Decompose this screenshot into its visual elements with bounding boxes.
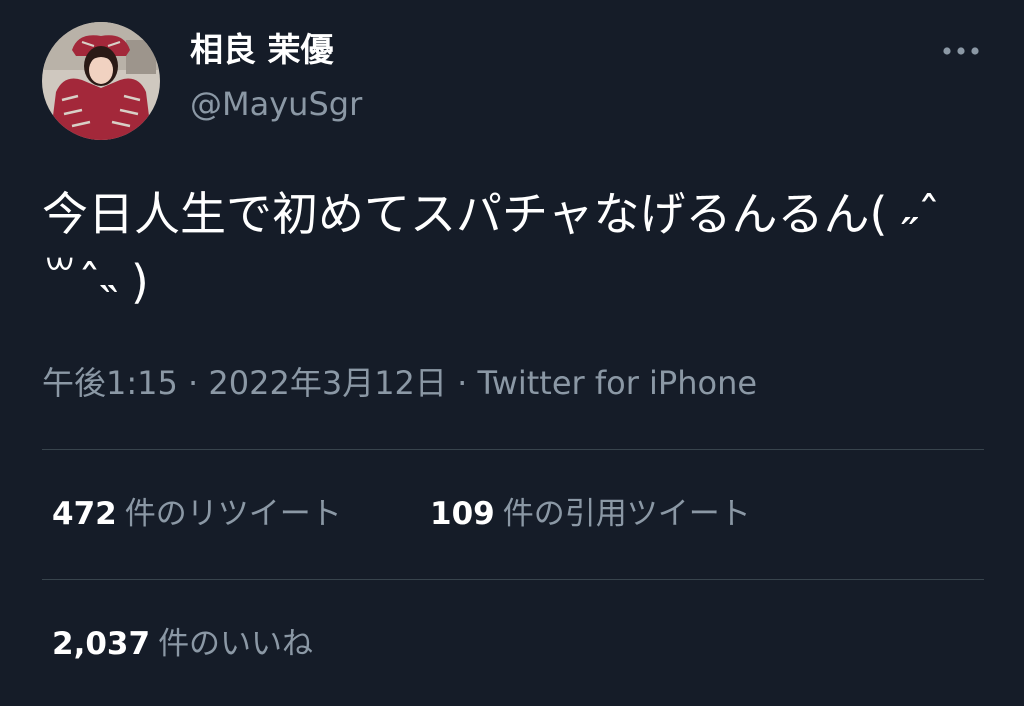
- tweet-detail: 相良 茉優 @MayuSgr 今日人生で初めてスパチャなげるんるん( ˶ˆ꒳ˆ˵…: [0, 0, 1024, 706]
- divider: [42, 579, 984, 580]
- retweet-count: 472: [52, 496, 117, 532]
- author-avatar[interactable]: [42, 22, 160, 140]
- likes-stat[interactable]: 2,037 件のいいね: [52, 624, 313, 664]
- tweet-text: 今日人生で初めてスパチャなげるんるん( ˶ˆ꒳ˆ˵ ): [42, 187, 941, 309]
- like-count: 2,037: [52, 626, 151, 662]
- author-handle[interactable]: @MayuSgr: [190, 84, 362, 124]
- more-horizontal-icon: [943, 47, 979, 55]
- tweet-time[interactable]: 午後1:15: [42, 364, 178, 402]
- like-label: 件のいいね: [158, 626, 314, 662]
- tweet-source[interactable]: Twitter for iPhone: [477, 364, 757, 402]
- retweet-label: 件のリツイート: [124, 496, 342, 532]
- tweet-date[interactable]: 2022年3月12日: [208, 364, 447, 402]
- tweet-metadata: 午後1:15 · 2022年3月12日 · Twitter for iPhone: [42, 362, 757, 404]
- quote-count: 109: [430, 496, 495, 532]
- author-display-name[interactable]: 相良 茉優: [190, 30, 334, 70]
- more-options-button[interactable]: [936, 36, 986, 66]
- retweets-stat[interactable]: 472 件のリツイート: [52, 494, 342, 534]
- quote-tweets-stat[interactable]: 109 件の引用ツイート: [430, 494, 751, 534]
- meta-separator: ·: [457, 364, 468, 402]
- quote-label: 件の引用ツイート: [502, 496, 751, 532]
- meta-separator: ·: [188, 364, 199, 402]
- divider: [42, 449, 984, 450]
- avatar-image: [42, 22, 160, 140]
